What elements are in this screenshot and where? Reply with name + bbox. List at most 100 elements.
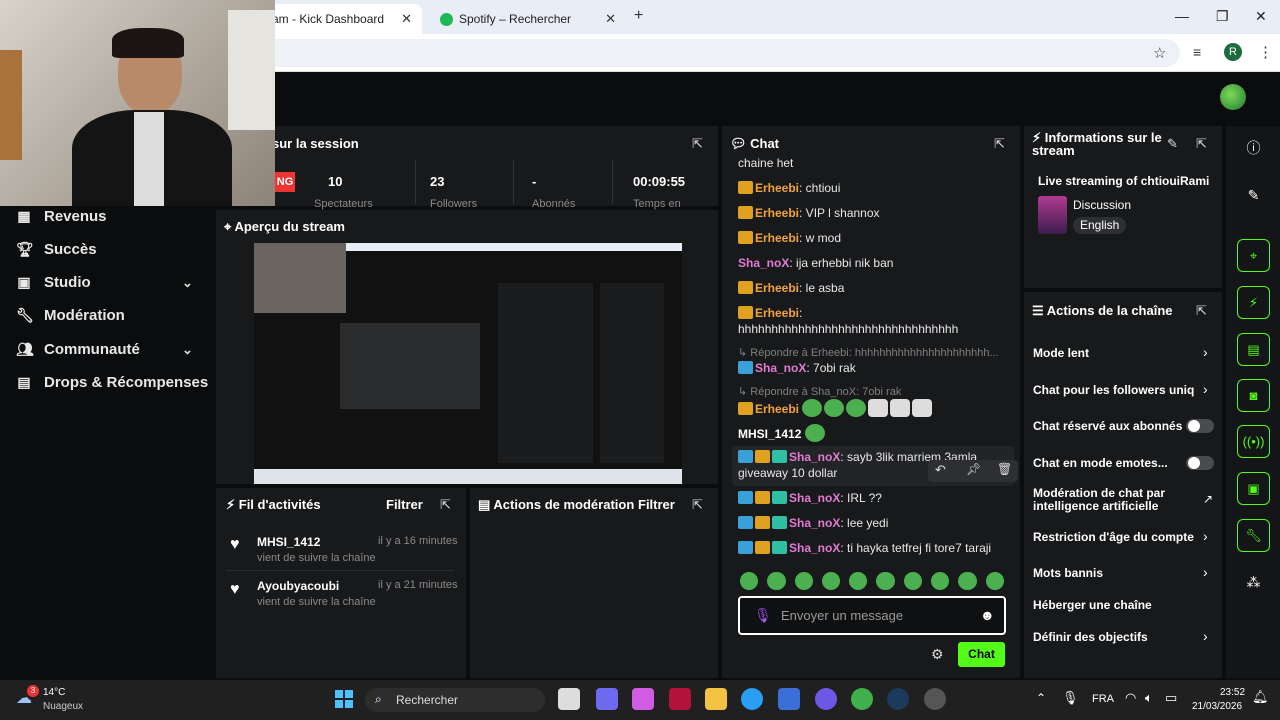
app-icon[interactable] (669, 688, 691, 710)
close-icon[interactable]: ✕ (401, 11, 412, 27)
preview-widget-icon[interactable]: ⌖ (1237, 239, 1270, 272)
activity-filter-button[interactable]: Filtrer (386, 497, 423, 512)
bolt-widget-icon[interactable]: ⚡︎ (1237, 286, 1270, 319)
microphone-icon[interactable]: 🎙︎ (1062, 690, 1079, 706)
action-mode-lent[interactable]: Mode lent (1033, 346, 1208, 360)
tab-kick-dashboard[interactable]: am - Kick Dashboard ✕ (262, 4, 422, 34)
emoji-icon[interactable]: ☻ (980, 607, 995, 623)
clock-time[interactable]: 23:52 (1220, 687, 1245, 698)
broadcast-widget-icon[interactable]: ((•)) (1237, 425, 1270, 458)
edge-icon[interactable] (741, 688, 763, 710)
minimize-icon[interactable]: — (1175, 8, 1189, 24)
file-explorer-icon[interactable] (705, 688, 727, 710)
subscribers-only-toggle[interactable] (1186, 419, 1214, 433)
external-link-icon[interactable]: ↗ (1203, 492, 1213, 506)
expand-icon[interactable]: ⇱ (994, 136, 1005, 152)
emote-icon[interactable] (740, 572, 759, 590)
chat-username[interactable]: Sha_noX (738, 256, 789, 270)
wrench-widget-icon[interactable]: 🔧︎ (1237, 519, 1270, 552)
chevron-right-icon[interactable]: › (1203, 528, 1208, 544)
sidebar-item-drops[interactable]: ▤ Drops & Récompenses (16, 374, 208, 391)
action-banned-words[interactable]: Mots bannis (1033, 566, 1208, 580)
notification-bell-icon[interactable]: 🔔︎ (1252, 689, 1269, 705)
window-close-icon[interactable]: ✕ (1255, 8, 1267, 25)
activity-name[interactable]: Ayoubyacoubi (257, 579, 339, 593)
action-emote-mode[interactable]: Chat en mode emotes... (1033, 456, 1208, 470)
expand-icon[interactable]: ⇱ (692, 136, 703, 152)
emote-icon[interactable] (849, 572, 868, 590)
store-icon[interactable] (778, 688, 800, 710)
action-subscribers-only[interactable]: Chat réservé aux abonnés (1033, 419, 1208, 433)
microphone-icon[interactable]: 🎙︎ (754, 607, 772, 624)
chevron-right-icon[interactable]: › (1203, 628, 1208, 644)
expand-icon[interactable]: ⇱ (440, 497, 451, 513)
category-name[interactable]: Discussion (1073, 198, 1131, 212)
emote-icon[interactable] (821, 572, 841, 590)
profile-avatar[interactable]: R (1224, 43, 1242, 61)
reply-icon[interactable]: ↶ (935, 462, 946, 478)
teams-icon[interactable] (596, 688, 618, 710)
apps-icon[interactable]: ⁂ (1237, 566, 1270, 599)
new-tab-button[interactable]: + (634, 7, 643, 25)
modactions-filter-button[interactable]: Filtrer (638, 497, 675, 512)
language-indicator[interactable]: FRA (1092, 693, 1114, 705)
battery-icon[interactable]: ▭ (1165, 690, 1177, 706)
maximize-icon[interactable]: ❐ (1216, 8, 1229, 25)
pin-icon[interactable]: 📌︎ (966, 462, 981, 476)
volume-icon[interactable]: 🔈︎ (1145, 690, 1153, 706)
document-widget-icon[interactable]: ▤ (1237, 333, 1270, 366)
chat-username[interactable]: Sha_noX (789, 541, 840, 555)
clock-date[interactable]: 21/03/2026 (1192, 701, 1242, 712)
chat-widget-icon[interactable]: ◙ (1237, 379, 1270, 412)
trash-icon[interactable]: 🗑︎ (997, 462, 1012, 476)
more-menu-icon[interactable]: ⋮ (1258, 43, 1273, 61)
sidebar-item-communaute[interactable]: 👥︎ Communauté ⌄ (16, 341, 216, 358)
bookmark-star-icon[interactable]: ☆ (1153, 44, 1166, 62)
edit-pencil-icon[interactable]: ✎ (1167, 136, 1178, 152)
task-view-icon[interactable] (558, 688, 580, 710)
action-ai-moderation[interactable]: Modération de chat par intelligence arti… (1033, 487, 1183, 513)
close-icon[interactable]: ✕ (605, 11, 616, 27)
chrome-icon[interactable] (851, 688, 873, 710)
steam-icon[interactable] (887, 688, 909, 710)
emote-icon[interactable] (931, 572, 950, 590)
emote-icon[interactable] (767, 572, 786, 590)
action-age-restriction[interactable]: Restriction d'âge du compte (1033, 530, 1208, 544)
activity-name[interactable]: MHSI_1412 (257, 535, 320, 549)
copilot-icon[interactable] (632, 688, 654, 710)
windows-start-icon[interactable] (335, 690, 353, 708)
chat-username[interactable]: Sha_noX (755, 361, 806, 375)
action-set-goals[interactable]: Définir des objectifs (1033, 630, 1208, 644)
chat-username[interactable]: Erheebi (755, 181, 799, 195)
chat-username[interactable]: Sha_noX (789, 450, 840, 464)
wifi-icon[interactable]: ◠ (1125, 690, 1136, 706)
emote-icon[interactable] (903, 572, 923, 590)
expand-icon[interactable]: ⇱ (1196, 136, 1207, 152)
url-input[interactable] (230, 39, 1180, 67)
info-icon[interactable]: ⓘ (1237, 131, 1270, 164)
emote-mode-toggle[interactable] (1186, 456, 1214, 470)
sidebar-item-studio[interactable]: ▣ Studio ⌄ (16, 274, 216, 291)
layout-widget-icon[interactable]: ▣ (1237, 472, 1270, 505)
taskbar-search[interactable]: ⌕ Rechercher (365, 688, 545, 712)
sidebar-item-revenus[interactable]: ▦ Revenus (16, 208, 106, 225)
edit-pencil-icon[interactable]: ✎ (1237, 179, 1270, 212)
chat-username[interactable]: Erheebi (755, 402, 799, 416)
expand-icon[interactable]: ⇱ (1196, 303, 1207, 319)
expand-icon[interactable]: ⇱ (692, 497, 703, 513)
settings-gear-icon[interactable]: ⚙ (931, 646, 944, 663)
chat-username[interactable]: Erheebi (755, 306, 799, 320)
chat-input-box[interactable]: 🎙︎ Envoyer un message ☻ (738, 596, 1006, 635)
chat-username[interactable]: Sha_noX (789, 516, 840, 530)
action-followers-only[interactable]: Chat pour les followers uniq (1033, 383, 1197, 397)
sidebar-item-moderation[interactable]: 🔧︎ Modération (16, 307, 125, 324)
chat-username[interactable]: Erheebi (755, 231, 799, 245)
chevron-right-icon[interactable]: › (1203, 381, 1208, 397)
chevron-right-icon[interactable]: › (1203, 344, 1208, 360)
chevron-up-icon[interactable]: ⌃ (1036, 691, 1046, 705)
tab-spotify[interactable]: Spotify – Rechercher ✕ (430, 4, 626, 34)
emote-icon[interactable] (985, 572, 1004, 590)
media-icon[interactable]: ≡ (1193, 44, 1201, 60)
action-host-channel[interactable]: Héberger une chaîne (1033, 598, 1208, 612)
emote-icon[interactable] (876, 572, 895, 590)
